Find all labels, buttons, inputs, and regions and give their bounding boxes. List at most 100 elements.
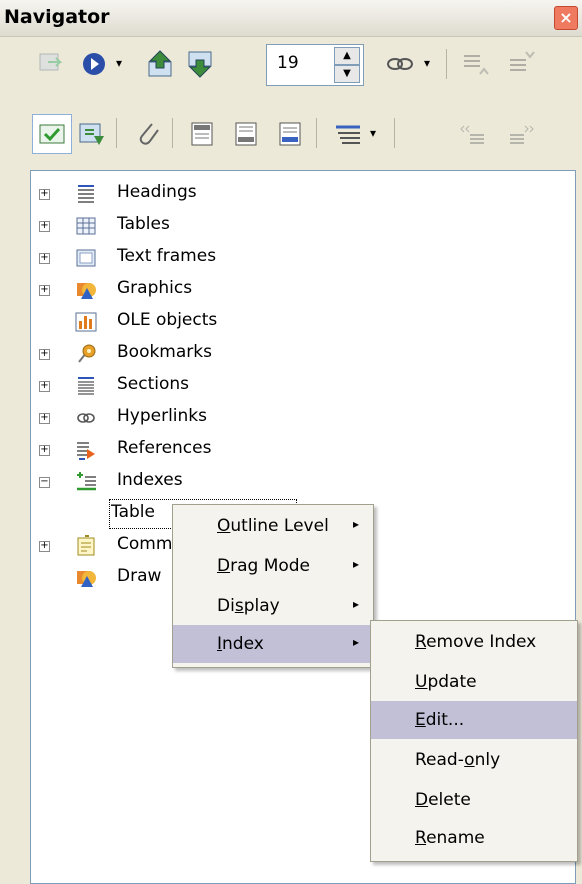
demote-chapter-icon[interactable] <box>500 44 540 84</box>
promote-level-icon[interactable] <box>454 114 494 154</box>
paperclip-icon[interactable] <box>128 114 168 154</box>
menu-label-part: play <box>243 596 280 616</box>
menu-label-part: pdate <box>427 672 477 692</box>
footer-icon[interactable] <box>226 114 266 154</box>
set-reminder-icon[interactable] <box>72 114 112 154</box>
index-submenu: Remove Index Update Edit... Read-only De… <box>370 620 578 862</box>
drag-mode-dropdown-arrow[interactable]: ▾ <box>424 44 430 82</box>
expand-toggle[interactable]: + <box>39 381 50 392</box>
tree-item-references[interactable]: + References <box>31 435 531 465</box>
tree-item-label: Bookmarks <box>117 342 212 362</box>
menu-label-part: dit... <box>425 710 465 730</box>
tree-item-bookmarks[interactable]: + Bookmarks <box>31 339 531 369</box>
toolbar-separator <box>116 118 117 148</box>
expand-toggle[interactable]: + <box>39 221 50 232</box>
expand-toggle[interactable]: + <box>39 445 50 456</box>
hyperlink-icon <box>75 407 97 429</box>
tree-item-headings[interactable]: + Headings <box>31 179 531 209</box>
tree-item-sections[interactable]: + Sections <box>31 371 531 401</box>
table-icon <box>75 215 97 237</box>
menu-label-accelerator: E <box>415 710 426 730</box>
menu-label-accelerator: D <box>415 790 429 810</box>
menu-label-accelerator: R <box>415 632 427 652</box>
text-frame-icon <box>75 247 97 269</box>
toolbar-separator <box>446 49 447 79</box>
tree-item-tables[interactable]: + Tables <box>31 211 531 241</box>
page-number-value: 19 <box>277 53 299 73</box>
spin-down-button[interactable]: ▼ <box>334 65 360 83</box>
toolbar-row-2: ▾ <box>0 104 582 158</box>
ole-objects-icon <box>75 311 97 333</box>
context-menu: Outline Level ▸ Drag Mode ▸ Display ▸ In… <box>172 504 374 668</box>
menu-item-drag-mode[interactable]: Drag Mode ▸ <box>173 547 373 585</box>
tree-item-hyperlinks[interactable]: + Hyperlinks <box>31 403 531 433</box>
content-view-icon[interactable] <box>32 114 72 154</box>
tree-item-label: Graphics <box>117 278 193 298</box>
graphics-icon <box>75 279 97 301</box>
menu-label-part: rag Mode <box>230 556 311 576</box>
heading-levels-icon[interactable] <box>328 114 368 154</box>
submenu-arrow-icon: ▸ <box>353 517 360 531</box>
toggle-icon[interactable] <box>32 44 72 84</box>
next-icon[interactable] <box>180 44 220 84</box>
tree-item-ole-objects[interactable]: OLE objects <box>31 307 531 337</box>
tree-item-label: References <box>117 438 212 458</box>
menu-item-edit[interactable]: Edit... <box>371 701 577 739</box>
heading-levels-dropdown-arrow[interactable]: ▾ <box>370 114 376 152</box>
submenu-arrow-icon: ▸ <box>353 557 360 571</box>
menu-label-part: Read- <box>415 750 465 770</box>
navigation-icon[interactable] <box>74 44 114 84</box>
toolbar-row-1: ▾ 19 ▲ ▼ ▾ <box>0 36 582 90</box>
promote-chapter-icon[interactable] <box>454 44 494 84</box>
menu-label-part: ndex <box>222 634 264 654</box>
menu-label-accelerator: s <box>234 596 244 616</box>
toolbar-separator <box>394 118 395 148</box>
menu-item-rename[interactable]: Rename <box>371 819 577 857</box>
menu-label-part: emove Index <box>426 632 537 652</box>
menu-label-part: nly <box>474 750 501 770</box>
menu-item-delete[interactable]: Delete <box>371 781 577 819</box>
tree-item-label: Tables <box>117 214 170 234</box>
bookmark-icon <box>75 343 97 365</box>
page-number-spinner[interactable]: 19 ▲ ▼ <box>266 44 364 86</box>
drag-mode-icon[interactable] <box>380 44 420 84</box>
tree-item-label: Headings <box>117 182 197 202</box>
expand-toggle[interactable]: + <box>39 285 50 296</box>
anchor-to-text-icon[interactable] <box>270 114 310 154</box>
previous-icon[interactable] <box>140 44 180 84</box>
navigation-dropdown-arrow[interactable]: ▾ <box>116 44 122 82</box>
tree-item-label: Sections <box>117 374 190 394</box>
menu-label-accelerator: O <box>217 516 231 536</box>
references-icon <box>75 439 97 461</box>
expand-toggle[interactable]: + <box>39 253 50 264</box>
menu-item-display[interactable]: Display ▸ <box>173 587 373 625</box>
menu-label-accelerator: U <box>415 672 428 692</box>
tree-item-label: Indexes <box>117 470 183 490</box>
menu-item-update[interactable]: Update <box>371 663 577 701</box>
menu-item-outline-level[interactable]: Outline Level ▸ <box>173 507 373 545</box>
submenu-arrow-icon: ▸ <box>353 635 360 649</box>
collapse-toggle[interactable]: − <box>39 477 50 488</box>
window-title: Navigator <box>4 6 110 28</box>
tree-item-graphics[interactable]: + Graphics <box>31 275 531 305</box>
tree-item-label: Hyperlinks <box>117 406 208 426</box>
close-button[interactable]: × <box>554 6 578 30</box>
tree-item-text-frames[interactable]: + Text frames <box>31 243 531 273</box>
menu-item-remove-index[interactable]: Remove Index <box>371 623 577 661</box>
spin-up-button[interactable]: ▲ <box>334 47 360 65</box>
menu-label-part: utline Level <box>230 516 329 536</box>
expand-toggle[interactable]: + <box>39 189 50 200</box>
expand-toggle[interactable]: + <box>39 349 50 360</box>
menu-label-part: elete <box>428 790 471 810</box>
menu-label-part: ename <box>426 828 485 848</box>
tree-item-indexes[interactable]: − Indexes <box>31 467 531 497</box>
toolbar-separator <box>316 118 317 148</box>
tree-item-label: Comm <box>117 534 173 554</box>
expand-toggle[interactable]: + <box>39 541 50 552</box>
menu-item-index[interactable]: Index ▸ <box>173 625 373 663</box>
indexes-icon <box>75 471 97 493</box>
demote-level-icon[interactable] <box>500 114 540 154</box>
header-icon[interactable] <box>182 114 222 154</box>
menu-item-read-only[interactable]: Read-only <box>371 741 577 779</box>
expand-toggle[interactable]: + <box>39 413 50 424</box>
